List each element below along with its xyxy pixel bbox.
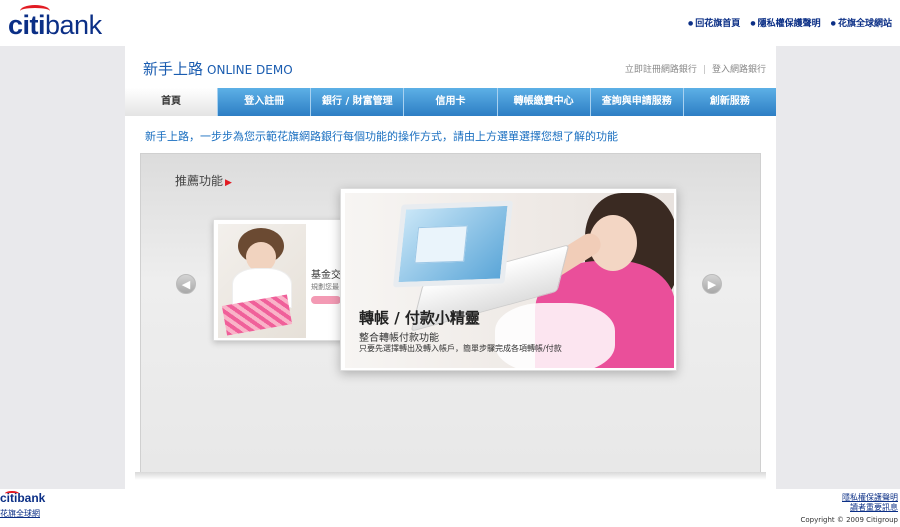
- footer-right: 隱私權保護聲明 讀者重要訊息 Copyright © 2009 Citigrou…: [800, 493, 898, 525]
- footer-logo-bank: bank: [17, 491, 46, 505]
- recommend-arrow-icon: ▶: [225, 178, 232, 188]
- carousel-card-transfer[interactable]: 轉帳 / 付款小精靈 整合轉帳付款功能 只要先選擇轉出及轉入帳戶，簡單步驟完成各…: [340, 188, 677, 371]
- recommend-title: 推薦功能 ▶: [175, 172, 232, 189]
- top-links: 回花旗首頁 隱私權保護聲明 花旗全球網站: [688, 16, 892, 29]
- top-link-home[interactable]: 回花旗首頁: [688, 16, 740, 29]
- footer-global-link[interactable]: 花旗全球網: [0, 508, 40, 519]
- fund-card-subtitle: 規劃您最: [311, 283, 339, 291]
- fund-card-pill: [311, 296, 341, 304]
- intro-text: 新手上路，一步步為您示範花旗網路銀行每個功能的操作方式，請由上方選單選擇您想了解…: [145, 130, 618, 143]
- page-title: 新手上路 ONLINE DEMO: [143, 58, 293, 79]
- top-link-privacy[interactable]: 隱私權保護聲明: [750, 16, 821, 29]
- nav-item-login-register[interactable]: 登入註冊: [218, 88, 312, 116]
- logo-arc-icon: [20, 5, 50, 17]
- laptop-screen-icon: [393, 200, 513, 288]
- transfer-card-subtitle: 整合轉帳付款功能: [359, 333, 439, 344]
- footer-logo[interactable]: citibank: [0, 491, 45, 505]
- top-link-global[interactable]: 花旗全球網站: [831, 16, 892, 29]
- logo-bank: bank: [45, 10, 102, 40]
- header-links: 立即註冊網路銀行 | 登入網路銀行: [625, 62, 766, 75]
- main-panel: 新手上路 ONLINE DEMO 立即註冊網路銀行 | 登入網路銀行 首頁 登入註冊 …: [125, 46, 776, 489]
- transfer-card-description: 只要先選擇轉出及轉入帳戶，簡單步驟完成各項轉帳/付款: [359, 344, 562, 353]
- footer-notice-link[interactable]: 讀者重要訊息: [800, 503, 898, 513]
- carousel-prev-button[interactable]: ◀: [176, 274, 196, 294]
- stage-floor: [135, 472, 766, 480]
- footer: citibank 花旗全球網 隱私權保護聲明 讀者重要訊息 Copyright …: [0, 489, 900, 527]
- fund-card-title: 基金交: [311, 270, 341, 281]
- nav-item-banking-wealth[interactable]: 銀行 / 財富管理: [311, 88, 405, 116]
- page-title-zh: 新手上路: [143, 60, 204, 78]
- header-separator: |: [702, 65, 706, 75]
- top-bar: citibank 回花旗首頁 隱私權保護聲明 花旗全球網站: [0, 0, 900, 46]
- register-link[interactable]: 立即註冊網路銀行: [625, 65, 697, 75]
- feature-carousel: 推薦功能 ▶ ◀ 基金交 規劃您最 轉帳 / 付款小精靈 整合轉帳付款功能 只要…: [140, 153, 761, 473]
- nav-item-credit-card[interactable]: 信用卡: [404, 88, 498, 116]
- nav-item-transfer-payment[interactable]: 轉帳繳費中心: [498, 88, 591, 116]
- main-nav: 首頁 登入註冊 銀行 / 財富管理 信用卡 轉帳繳費中心 查詢與申請服務 創新服…: [125, 88, 776, 116]
- carousel-card-fund[interactable]: 基金交 規劃您最: [213, 219, 348, 341]
- citibank-logo[interactable]: citibank: [8, 5, 102, 40]
- carousel-next-button[interactable]: ▶: [702, 274, 722, 294]
- transfer-card-title: 轉帳 / 付款小精靈: [359, 309, 480, 327]
- login-link[interactable]: 登入網路銀行: [712, 65, 766, 75]
- nav-item-home[interactable]: 首頁: [125, 88, 219, 116]
- recommend-title-text: 推薦功能: [175, 174, 224, 188]
- fund-card-photo: [218, 224, 306, 338]
- footer-logo-arc-icon: [5, 491, 19, 496]
- footer-privacy-link[interactable]: 隱私權保護聲明: [800, 493, 898, 503]
- copyright: Copyright © 2009 Citigroup: [800, 516, 898, 524]
- nav-item-innovative-services[interactable]: 創新服務: [684, 88, 776, 116]
- nav-item-inquiry-application[interactable]: 查詢與申請服務: [591, 88, 684, 116]
- page-title-en: ONLINE DEMO: [207, 63, 293, 77]
